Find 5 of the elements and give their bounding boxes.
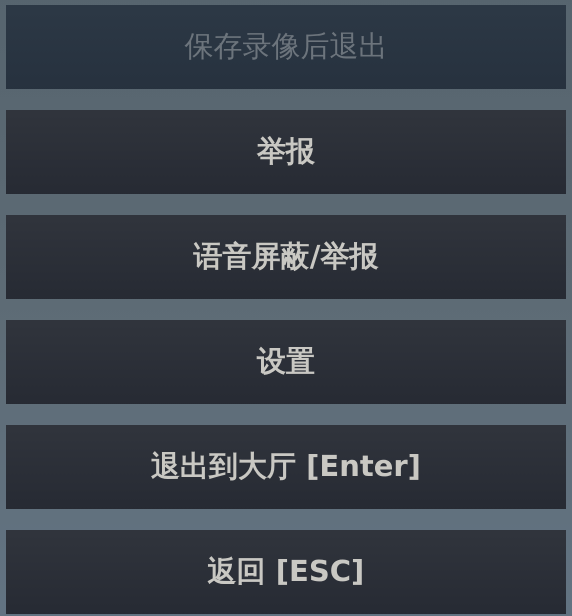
menu-button[interactable]: 设置 <box>6 320 566 404</box>
menu-button[interactable]: 举报 <box>6 110 566 194</box>
menu-button[interactable]: 返回 [ESC] <box>6 530 566 614</box>
menu-button[interactable]: 语音屏蔽/举报 <box>6 215 566 299</box>
menu-button[interactable]: 退出到大厅 [Enter] <box>6 425 566 509</box>
